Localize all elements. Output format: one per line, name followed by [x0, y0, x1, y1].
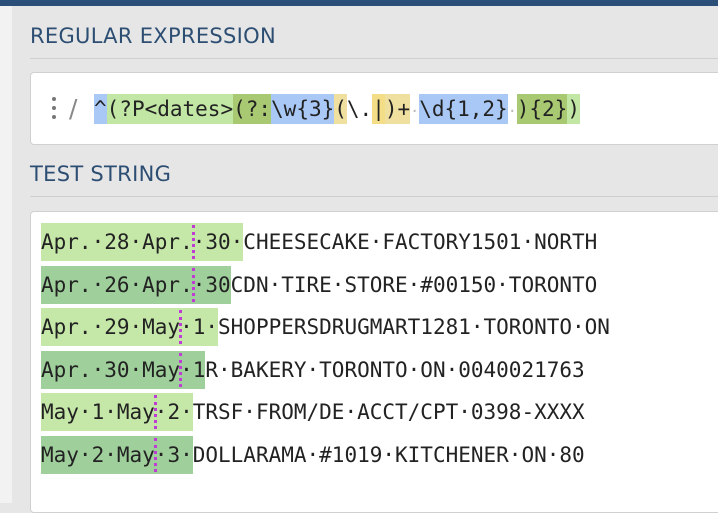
test-line: Apr.·30·May·1R·BAKERY·TORONTO·ON·0040021… — [41, 350, 585, 389]
match-highlight: May·2·May — [41, 435, 155, 474]
regex-delimiter: / — [69, 94, 78, 123]
match-group-highlight: ·30· — [191, 223, 244, 261]
test-line: Apr.·29·May·1·SHOPPERSDRUGMART1281·TORON… — [41, 308, 610, 346]
top-bar — [0, 0, 718, 6]
test-line: May·1·May·2·TRSF·FROM/DE·ACCT/CPT·0398-X… — [41, 393, 585, 431]
test-string-input[interactable]: Apr.·28·Apr.·30·CHEESECAKE·FACTORY1501·N… — [30, 211, 718, 513]
match-group-highlight: ·1· — [179, 308, 219, 346]
test-line: Apr.·26·Apr.·30CDN·TIRE·STORE·#00150·TOR… — [41, 265, 598, 304]
match-highlight: Apr.·26·Apr. — [41, 265, 193, 304]
match-highlight: May·1·May — [41, 393, 155, 431]
regex-token: ){2} — [516, 94, 568, 124]
match-group-highlight: ·1 — [179, 350, 206, 389]
unmatched-text: TRSF·FROM/DE·ACCT/CPT·0398-XXXX — [192, 400, 585, 424]
unmatched-text: CHEESECAKE·FACTORY1501·NORTH — [243, 230, 598, 254]
match-highlight: Apr.·30·May — [41, 350, 181, 389]
regex-pattern[interactable]: ^(?P<dates>(?:\w{3}(\.|)+·\d{1,2}·){2}) — [94, 94, 580, 126]
match-highlight: Apr.·28·Apr. — [41, 223, 193, 261]
match-group-highlight: ·2· — [153, 393, 193, 431]
match-group-highlight: ·30 — [191, 265, 231, 304]
regex-token: \. — [346, 94, 373, 124]
regex-token: )+ — [384, 94, 411, 124]
match-group-highlight: ·3· — [153, 435, 193, 474]
regex-token: | — [372, 94, 385, 124]
test-line: May·2·May·3·DOLLARAMA·#1019·KITCHENER·ON… — [41, 435, 585, 474]
regex-title-divider — [30, 58, 718, 59]
regex-token: ) — [567, 94, 580, 124]
regex-token: ( — [334, 94, 347, 124]
regex-token: ^ — [94, 94, 107, 124]
unmatched-text: DOLLARAMA·#1019·KITCHENER·ON·80 — [192, 442, 585, 467]
test-section-title: TEST STRING — [30, 162, 172, 186]
unmatched-text: SHOPPERSDRUGMART1281·TORONTO·ON — [218, 315, 610, 339]
test-title-divider — [30, 196, 718, 197]
regex-token: · — [507, 96, 517, 126]
left-strip — [0, 6, 12, 503]
regex-token: \d{1,2} — [419, 94, 508, 124]
regex-token: \w{3} — [271, 94, 335, 124]
unmatched-text: CDN·TIRE·STORE·#00150·TORONTO — [230, 272, 598, 297]
regex-token: (?: — [233, 94, 272, 124]
regex-token: · — [410, 96, 420, 126]
regex-section-title: REGULAR EXPRESSION — [30, 24, 276, 48]
match-highlight: Apr.·29·May — [41, 308, 181, 346]
unmatched-text: R·BAKERY·TORONTO·ON·0040021763 — [205, 357, 585, 382]
regex-input[interactable]: / ^(?P<dates>(?:\w{3}(\.|)+·\d{1,2}·){2}… — [30, 72, 718, 145]
regex-token: (?P<dates> — [106, 94, 234, 124]
drag-handle-icon[interactable] — [51, 97, 57, 119]
test-line: Apr.·28·Apr.·30·CHEESECAKE·FACTORY1501·N… — [41, 223, 597, 261]
